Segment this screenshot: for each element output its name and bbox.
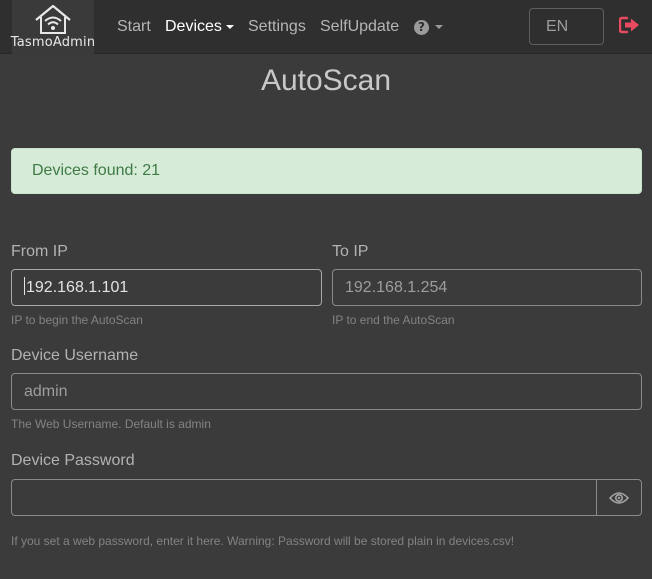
show-password-button[interactable] [596, 479, 642, 516]
username-help: The Web Username. Default is admin [11, 417, 211, 431]
sign-out-icon[interactable] [619, 15, 641, 35]
page-title: AutoScan [260, 64, 392, 97]
question-circle-icon: ? [414, 19, 429, 35]
navbar: TasmoAdmin Start Devices Settings SelfUp… [0, 0, 652, 54]
language-select[interactable]: EN [529, 8, 604, 45]
chevron-down-icon [435, 25, 443, 29]
devices-found-alert: Devices found: 21 [11, 148, 642, 194]
nav-devices[interactable]: Devices [165, 17, 234, 37]
from-ip-input[interactable]: 192.168.1.101 [11, 269, 322, 306]
username-label: Device Username [11, 347, 139, 364]
password-input[interactable] [11, 479, 597, 516]
help-menu[interactable]: ? [414, 17, 443, 37]
brand-name: TasmoAdmin [10, 35, 96, 50]
nav-selfupdate[interactable]: SelfUpdate [320, 17, 399, 37]
to-ip-label: To IP [332, 243, 369, 260]
chevron-down-icon [225, 24, 234, 29]
from-ip-help: IP to begin the AutoScan [11, 313, 143, 327]
brand-logo[interactable]: TasmoAdmin [10, 0, 96, 54]
to-ip-help: IP to end the AutoScan [332, 313, 455, 327]
from-ip-label: From IP [11, 243, 68, 260]
eye-icon [609, 491, 629, 504]
nav-settings[interactable]: Settings [248, 17, 306, 37]
password-label: Device Password [11, 452, 135, 469]
nav-start[interactable]: Start [117, 17, 151, 37]
nav-devices-label: Devices [165, 18, 222, 35]
to-ip-input[interactable]: 192.168.1.254 [332, 269, 642, 306]
password-help: If you set a web password, enter it here… [11, 534, 515, 548]
username-input[interactable]: admin [11, 373, 642, 410]
home-wifi-icon [35, 4, 71, 34]
